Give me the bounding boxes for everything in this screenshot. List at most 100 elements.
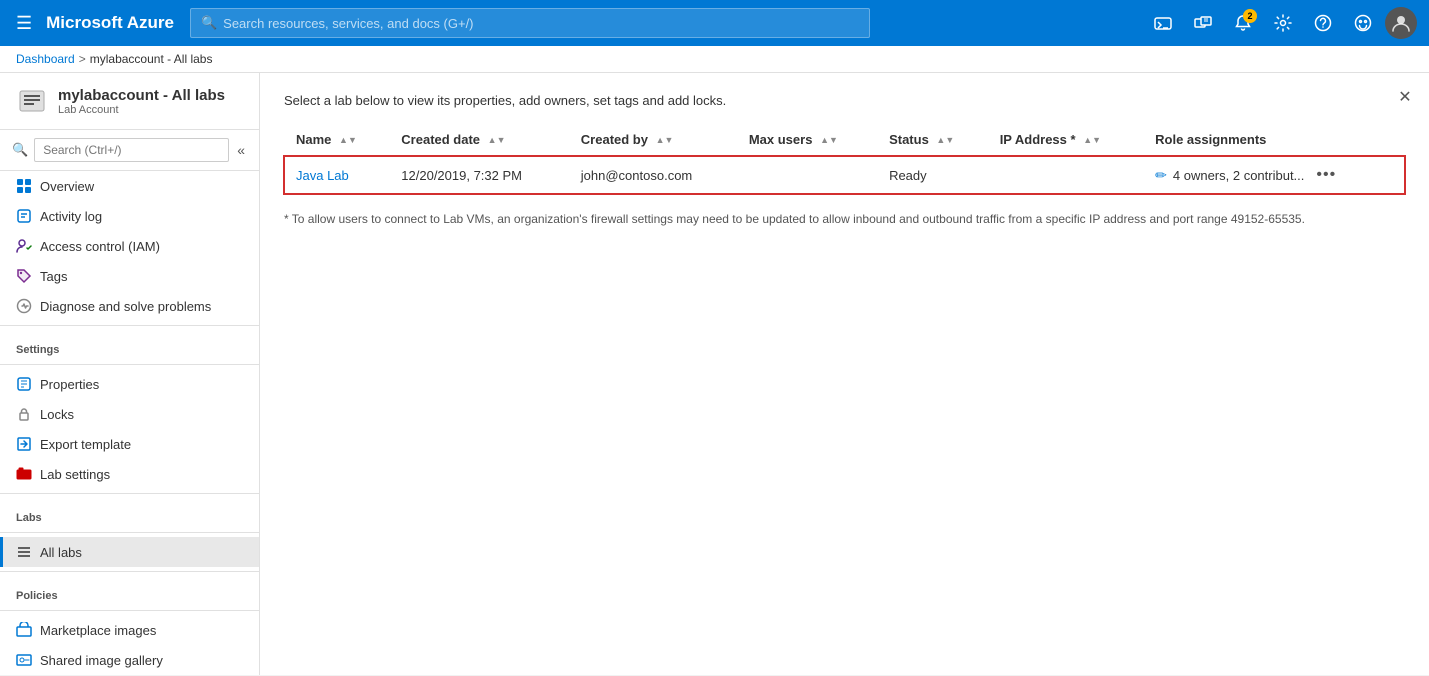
- sidebar-item-label: Tags: [40, 269, 67, 284]
- hamburger-button[interactable]: ☰: [12, 9, 36, 38]
- table-header: Name ▲▼ Created date ▲▼ Created by ▲▼: [284, 124, 1405, 156]
- close-button[interactable]: ✕: [1391, 83, 1419, 111]
- sidebar-item-all-labs[interactable]: All labs: [0, 537, 259, 567]
- topnav-icons: 2: [1145, 5, 1417, 41]
- sidebar-item-label: Marketplace images: [40, 623, 156, 638]
- sidebar-nav: Overview Activity log Access control (IA…: [0, 171, 259, 675]
- lab-name-link[interactable]: Java Lab: [296, 168, 349, 183]
- sidebar-item-label: Access control (IAM): [40, 239, 160, 254]
- divider: [0, 493, 259, 494]
- resource-subtitle: Lab Account: [58, 104, 225, 116]
- search-input[interactable]: [223, 16, 859, 31]
- table-row[interactable]: Java Lab 12/20/2019, 7:32 PM john@contos…: [284, 156, 1405, 195]
- sort-ip-icon[interactable]: ▲▼: [1083, 136, 1101, 145]
- labs-section-label: Labs: [0, 498, 259, 528]
- sidebar-item-diagnose[interactable]: Diagnose and solve problems: [0, 291, 259, 321]
- sort-name-icon[interactable]: ▲▼: [339, 136, 357, 145]
- marketplace-icon: [16, 622, 32, 638]
- role-cell: ✏ 4 owners, 2 contribut... •••: [1155, 164, 1393, 186]
- main-layout: mylabaccount - All labs Lab Account 🔍 « …: [0, 73, 1429, 675]
- search-bar[interactable]: 🔍: [190, 8, 870, 38]
- cell-name[interactable]: Java Lab: [284, 156, 389, 195]
- cloud-shell-button[interactable]: [1145, 5, 1181, 41]
- resource-icon: [16, 85, 48, 117]
- search-icon: 🔍: [201, 15, 217, 31]
- sidebar-item-label: Locks: [40, 407, 74, 422]
- collapse-sidebar-button[interactable]: «: [235, 140, 247, 160]
- all-labs-icon: [16, 544, 32, 560]
- settings-section-label: Settings: [0, 330, 259, 360]
- properties-icon: [16, 376, 32, 392]
- col-name[interactable]: Name ▲▼: [284, 124, 389, 156]
- help-button[interactable]: [1305, 5, 1341, 41]
- sidebar-item-properties[interactable]: Properties: [0, 369, 259, 399]
- breadcrumb-dashboard[interactable]: Dashboard: [16, 52, 75, 66]
- sidebar-item-label: Activity log: [40, 209, 102, 224]
- content-inner: ✕ Select a lab below to view its propert…: [260, 73, 1429, 248]
- sidebar-search-bar: 🔍 «: [0, 130, 259, 171]
- divider: [0, 610, 259, 611]
- divider: [0, 532, 259, 533]
- brand-logo: Microsoft Azure: [46, 13, 174, 33]
- sidebar-item-marketplace-images[interactable]: Marketplace images: [0, 615, 259, 645]
- table-body: Java Lab 12/20/2019, 7:32 PM john@contos…: [284, 156, 1405, 195]
- user-avatar[interactable]: [1385, 7, 1417, 39]
- tags-icon: [16, 268, 32, 284]
- notifications-badge: 2: [1243, 9, 1257, 23]
- sidebar-item-label: Properties: [40, 377, 99, 392]
- cell-created-date: 12/20/2019, 7:32 PM: [389, 156, 569, 195]
- sidebar-item-label: Export template: [40, 437, 131, 452]
- cell-status: Ready: [877, 156, 988, 195]
- sidebar-item-overview[interactable]: Overview: [0, 171, 259, 201]
- col-max-users[interactable]: Max users ▲▼: [737, 124, 877, 156]
- sidebar-item-locks[interactable]: Locks: [0, 399, 259, 429]
- col-ip-address[interactable]: IP Address * ▲▼: [988, 124, 1143, 156]
- shared-gallery-icon: [16, 652, 32, 668]
- content-description: Select a lab below to view its propertie…: [284, 93, 1405, 108]
- sort-date-icon[interactable]: ▲▼: [488, 136, 506, 145]
- lab-settings-icon: [16, 466, 32, 482]
- sort-status-icon[interactable]: ▲▼: [936, 136, 954, 145]
- col-created-by[interactable]: Created by ▲▼: [569, 124, 737, 156]
- content-area: ✕ Select a lab below to view its propert…: [260, 73, 1429, 675]
- sidebar-item-label: Shared image gallery: [40, 653, 163, 668]
- labs-data-table: Name ▲▼ Created date ▲▼ Created by ▲▼: [284, 124, 1405, 194]
- edit-role-icon[interactable]: ✏: [1155, 167, 1167, 184]
- sort-maxusers-icon[interactable]: ▲▼: [820, 136, 838, 145]
- cell-ip-address: [988, 156, 1143, 195]
- col-status[interactable]: Status ▲▼: [877, 124, 988, 156]
- sidebar-item-export-template[interactable]: Export template: [0, 429, 259, 459]
- sidebar-item-shared-image-gallery[interactable]: Shared image gallery: [0, 645, 259, 675]
- sidebar-item-access-control[interactable]: Access control (IAM): [0, 231, 259, 261]
- sidebar-item-activity-log[interactable]: Activity log: [0, 201, 259, 231]
- sidebar-search-icon: 🔍: [12, 142, 28, 158]
- settings-button[interactable]: [1265, 5, 1301, 41]
- feedback-button[interactable]: [1345, 5, 1381, 41]
- directory-subscription-button[interactable]: [1185, 5, 1221, 41]
- cell-max-users: [737, 156, 877, 195]
- divider: [0, 325, 259, 326]
- breadcrumb-separator: >: [79, 52, 86, 66]
- resource-header: mylabaccount - All labs Lab Account: [0, 73, 259, 130]
- sidebar-item-label: All labs: [40, 545, 82, 560]
- footnote: * To allow users to connect to Lab VMs, …: [284, 210, 1405, 228]
- sidebar-search-input[interactable]: [34, 138, 229, 162]
- sidebar-item-label: Lab settings: [40, 467, 110, 482]
- labs-table: Name ▲▼ Created date ▲▼ Created by ▲▼: [284, 124, 1405, 194]
- overview-icon: [16, 178, 32, 194]
- resource-title-block: mylabaccount - All labs Lab Account: [58, 87, 225, 116]
- sidebar-item-lab-settings[interactable]: Lab settings: [0, 459, 259, 489]
- sidebar-item-tags[interactable]: Tags: [0, 261, 259, 291]
- cell-role-assignments: ✏ 4 owners, 2 contribut... •••: [1143, 156, 1405, 195]
- resource-title: mylabaccount - All labs: [58, 87, 225, 104]
- sort-by-icon[interactable]: ▲▼: [656, 136, 674, 145]
- notifications-button[interactable]: 2: [1225, 5, 1261, 41]
- topnav: ☰ Microsoft Azure 🔍 2: [0, 0, 1429, 46]
- more-options-button[interactable]: •••: [1310, 164, 1342, 186]
- cell-created-by: john@contoso.com: [569, 156, 737, 195]
- sidebar: mylabaccount - All labs Lab Account 🔍 « …: [0, 73, 260, 675]
- col-created-date[interactable]: Created date ▲▼: [389, 124, 569, 156]
- export-icon: [16, 436, 32, 452]
- locks-icon: [16, 406, 32, 422]
- breadcrumb: Dashboard > mylabaccount - All labs: [0, 46, 1429, 73]
